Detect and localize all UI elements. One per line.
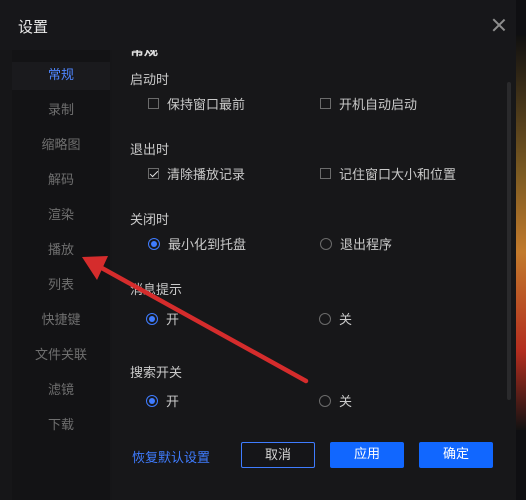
radio-exit-program[interactable]: 退出程序 xyxy=(320,234,392,253)
radio-message-off[interactable]: 关 xyxy=(319,309,352,328)
sidebar-item-playback[interactable]: 播放 xyxy=(12,237,110,265)
radio-button[interactable] xyxy=(319,312,331,325)
radio-button[interactable] xyxy=(319,394,331,407)
window-title: 设置 xyxy=(18,18,49,36)
radio-button[interactable] xyxy=(320,237,332,250)
sidebar-item-render[interactable]: 渲染 xyxy=(12,202,110,230)
sidebar-item-list[interactable]: 列表 xyxy=(12,272,110,300)
section-title-startup: 启动时 xyxy=(130,73,170,88)
checkbox-label: 清除播放记录 xyxy=(167,168,246,183)
checkbox-label: 开机自动启动 xyxy=(339,98,418,113)
checkbox-box[interactable] xyxy=(148,98,159,109)
radio-label: 最小化到托盘 xyxy=(168,238,247,253)
radio-label: 退出程序 xyxy=(340,238,393,253)
radio-label: 关 xyxy=(339,313,353,328)
checkbox-remember-window[interactable]: 记住窗口大小和位置 xyxy=(320,164,456,183)
settings-dialog: 设置 常规 录制 缩略图 解码 渲染 播放 列表 快捷键 文件关联 滤镜 下载 … xyxy=(0,0,516,500)
sidebar-item-record[interactable]: 录制 xyxy=(12,97,110,125)
checkbox-auto-start[interactable]: 开机自动启动 xyxy=(320,94,417,113)
radio-search-on[interactable]: 开 xyxy=(146,391,179,410)
radio-search-off[interactable]: 关 xyxy=(319,391,352,410)
sidebar-item-download[interactable]: 下载 xyxy=(12,412,110,440)
restore-defaults-link[interactable]: 恢复默认设置 xyxy=(132,447,210,466)
ok-button[interactable]: 确定 xyxy=(419,442,493,468)
radio-button-selected[interactable] xyxy=(146,394,158,407)
radio-button-selected[interactable] xyxy=(148,237,160,250)
section-title-exit: 退出时 xyxy=(130,143,170,158)
sidebar-item-thumbnail[interactable]: 缩略图 xyxy=(12,132,110,160)
settings-content: 常规 启动时 保持窗口最前 开机自动启动 退出时 清除播放记录 记住窗口大小和位… xyxy=(112,50,516,500)
sidebar-item-shortcuts[interactable]: 快捷键 xyxy=(12,307,110,335)
radio-minimize-to-tray[interactable]: 最小化到托盘 xyxy=(148,234,246,253)
radio-label: 关 xyxy=(339,395,353,410)
radio-label: 开 xyxy=(166,313,180,328)
checkbox-label: 记住窗口大小和位置 xyxy=(339,168,457,183)
sidebar-item-file-association[interactable]: 文件关联 xyxy=(12,342,110,370)
sidebar-item-filters[interactable]: 滤镜 xyxy=(12,377,110,405)
radio-message-on[interactable]: 开 xyxy=(146,309,179,328)
checkbox-label: 保持窗口最前 xyxy=(167,98,246,113)
checkbox-keep-on-top[interactable]: 保持窗口最前 xyxy=(148,94,245,113)
checkbox-box-checked[interactable] xyxy=(148,168,159,179)
checkbox-box[interactable] xyxy=(320,168,331,179)
checkbox-clear-history[interactable]: 清除播放记录 xyxy=(148,164,245,183)
cancel-button[interactable]: 取消 xyxy=(241,442,315,468)
close-icon[interactable] xyxy=(492,18,506,32)
section-title-message: 消息提示 xyxy=(130,283,183,298)
background-right-strip xyxy=(516,35,526,430)
sidebar-item-general[interactable]: 常规 xyxy=(12,62,110,90)
radio-button-selected[interactable] xyxy=(146,312,158,325)
apply-button[interactable]: 应用 xyxy=(330,442,404,468)
radio-label: 开 xyxy=(166,395,180,410)
sidebar-item-decode[interactable]: 解码 xyxy=(12,167,110,195)
checkbox-box[interactable] xyxy=(320,98,331,109)
content-scrollbar[interactable] xyxy=(507,82,511,400)
section-title-close: 关闭时 xyxy=(130,213,170,228)
section-header-general: 常规 xyxy=(130,50,158,59)
title-bar: 设置 xyxy=(0,0,516,50)
settings-sidebar: 常规 录制 缩略图 解码 渲染 播放 列表 快捷键 文件关联 滤镜 下载 xyxy=(12,50,110,500)
section-title-search: 搜索开关 xyxy=(130,366,183,381)
